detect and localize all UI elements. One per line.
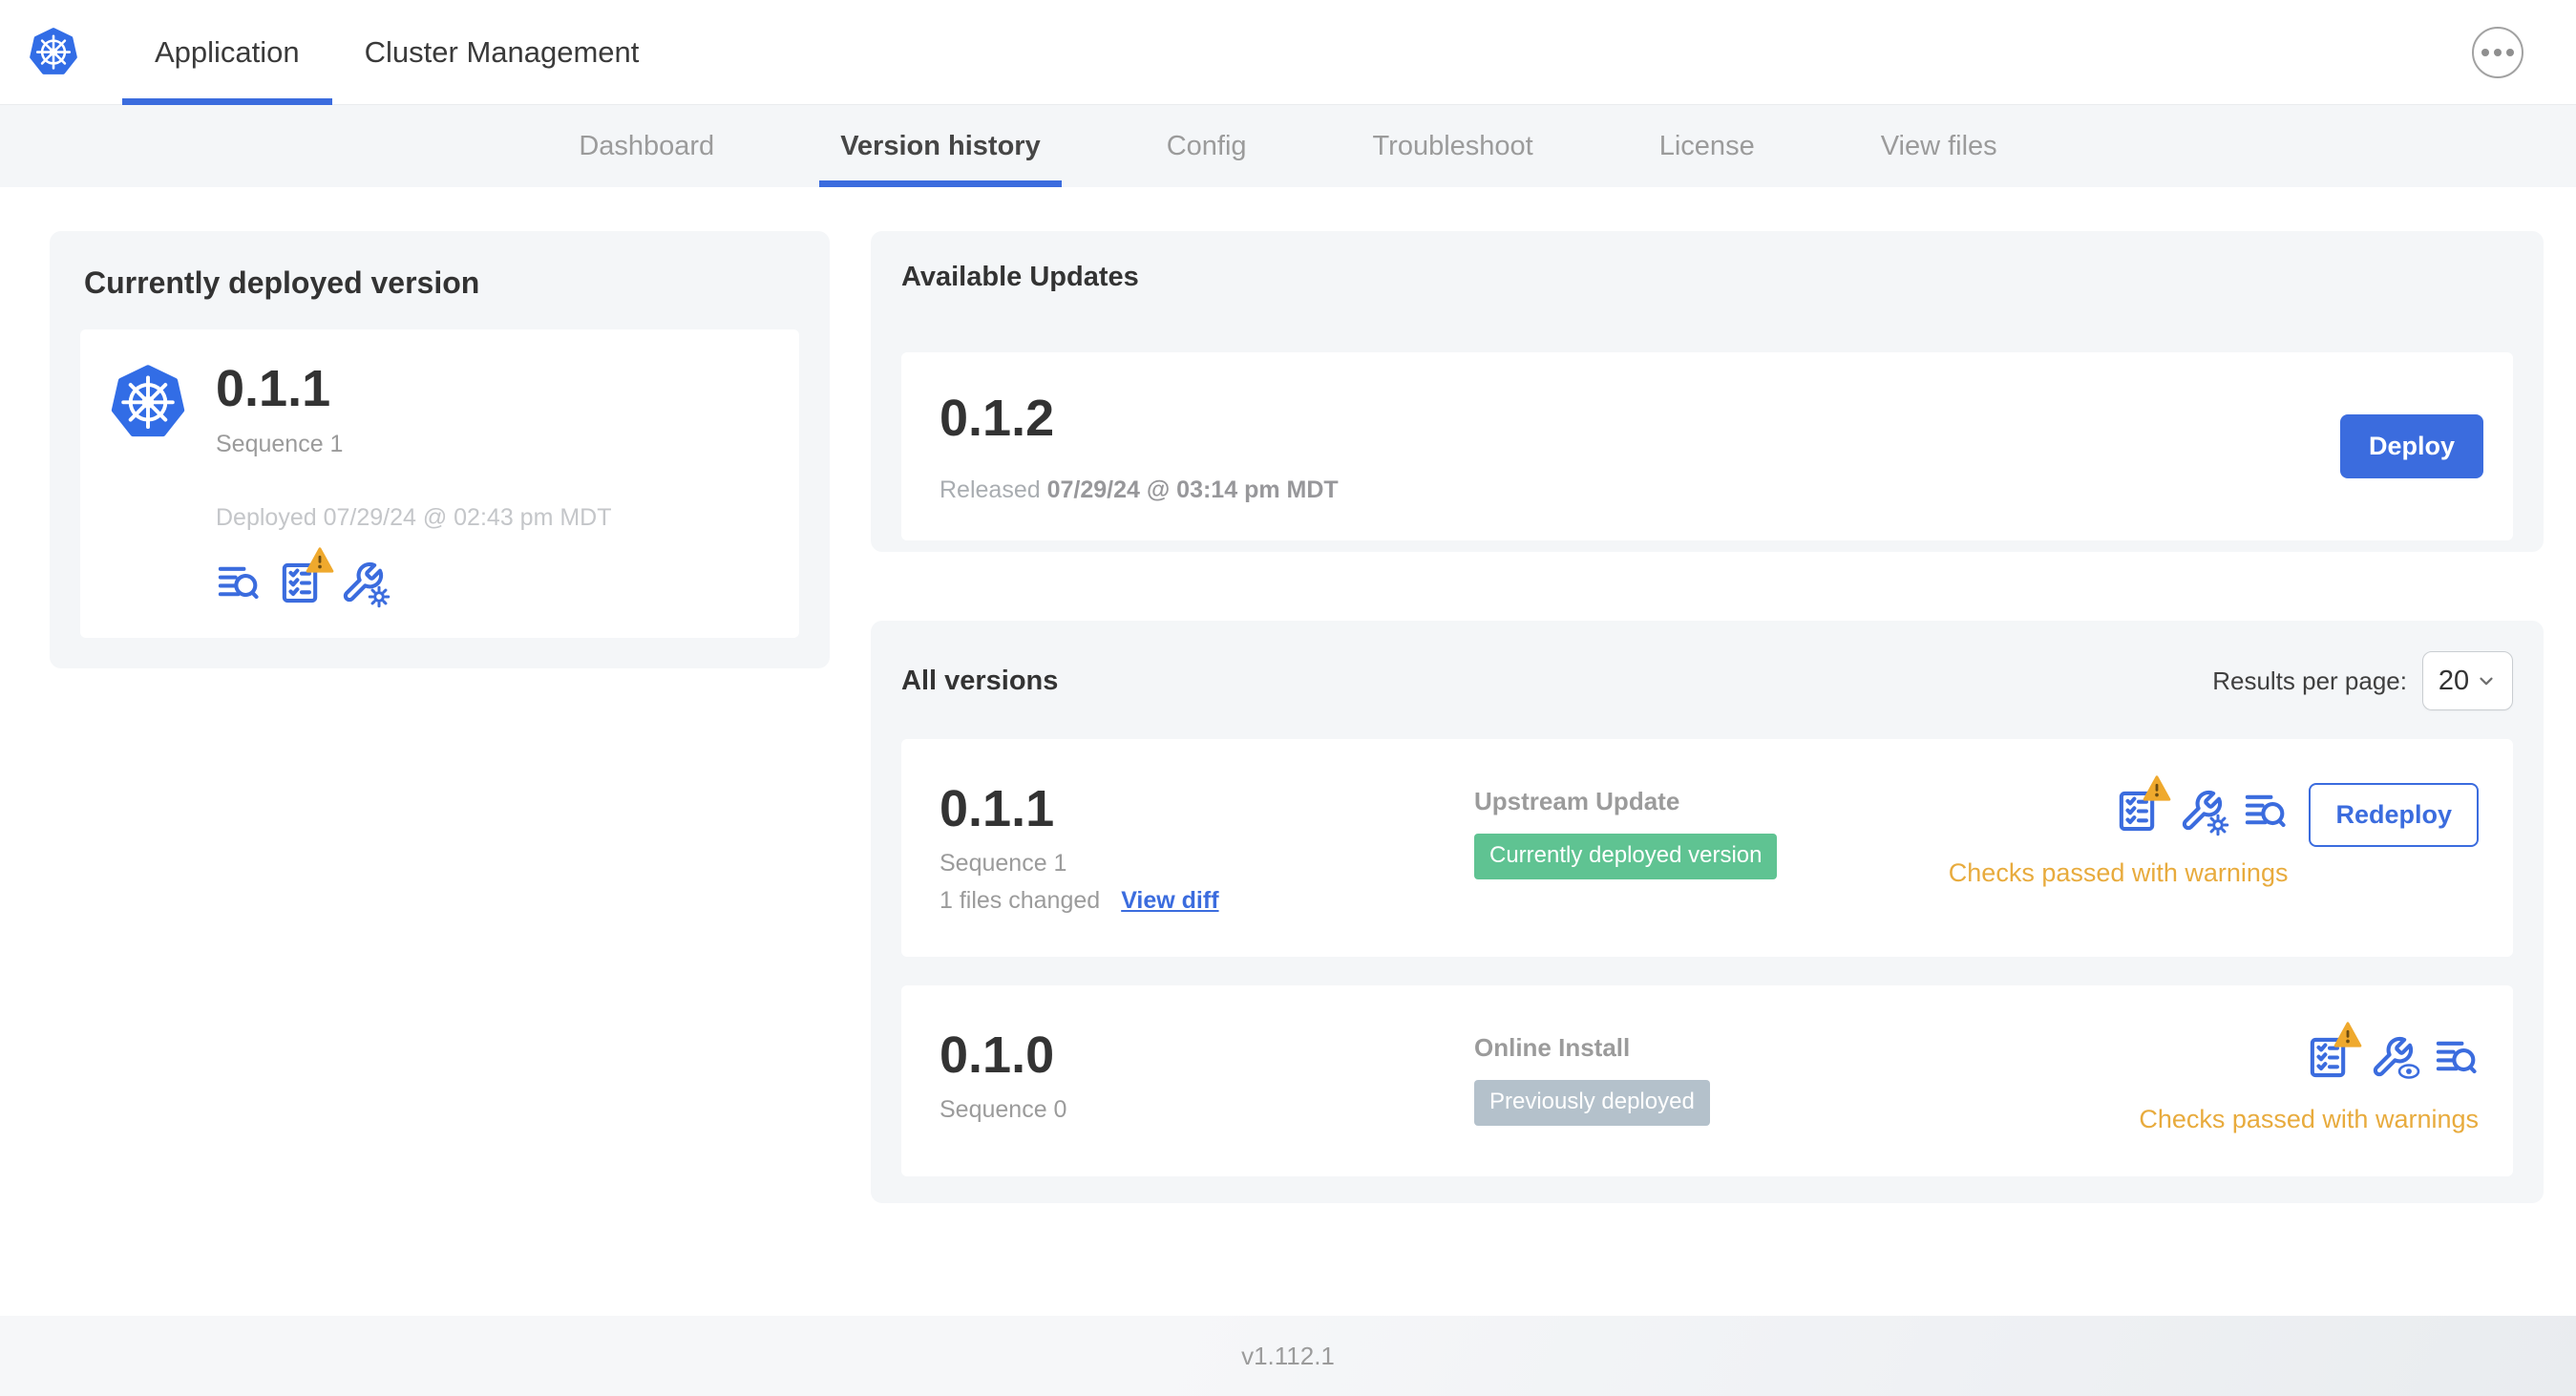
deployed-timestamp: Deployed 07/29/24 @ 02:43 pm MDT bbox=[216, 503, 612, 531]
warning-icon bbox=[2143, 775, 2171, 801]
edit-config-icon[interactable] bbox=[340, 561, 391, 607]
gear-icon bbox=[368, 585, 391, 607]
checks-status: Checks passed with warnings bbox=[1948, 858, 2289, 887]
gear-icon bbox=[2207, 814, 2229, 836]
version-source: Upstream Update bbox=[1474, 787, 1680, 815]
currently-deployed-card: Currently deployed version 0.1.1 Sequenc… bbox=[50, 231, 830, 668]
view-config-icon[interactable] bbox=[2370, 1035, 2420, 1080]
release-notes-icon[interactable] bbox=[2434, 1035, 2479, 1080]
deployed-card-title: Currently deployed version bbox=[84, 265, 480, 300]
eye-icon bbox=[2397, 1064, 2420, 1079]
edit-config-icon[interactable] bbox=[2179, 789, 2229, 836]
release-notes-icon[interactable] bbox=[216, 561, 261, 605]
deployed-icon-row bbox=[216, 547, 612, 607]
kubernetes-logo bbox=[107, 362, 189, 444]
deployed-sequence: Sequence 1 bbox=[216, 430, 344, 457]
preflight-checks-icon[interactable] bbox=[278, 547, 334, 605]
tab-config[interactable]: Config bbox=[1146, 105, 1268, 187]
released-timestamp: Released 07/29/24 @ 03:14 pm MDT bbox=[940, 476, 1339, 503]
tab-view-files[interactable]: View files bbox=[1860, 105, 2018, 187]
deployed-version-number: 0.1.1 bbox=[216, 360, 331, 417]
console-version: v1.112.1 bbox=[1241, 1341, 1335, 1370]
tab-dashboard[interactable]: Dashboard bbox=[558, 105, 735, 187]
row-version-number: 0.1.0 bbox=[940, 1026, 1055, 1084]
version-source: Online Install bbox=[1474, 1033, 1631, 1062]
deploy-button[interactable]: Deploy bbox=[2339, 414, 2483, 478]
main-content: Currently deployed version 0.1.1 Sequenc… bbox=[0, 187, 2576, 1203]
deployed-version-card: 0.1.1 Sequence 1 Deployed 07/29/24 @ 02:… bbox=[80, 329, 799, 638]
top-nav: Application Cluster Management bbox=[0, 0, 2576, 105]
subnav: Dashboard Version history Config Trouble… bbox=[0, 105, 2576, 187]
results-per-page-select[interactable]: 20 bbox=[2422, 651, 2513, 710]
preflight-checks-icon[interactable] bbox=[2115, 775, 2171, 834]
admin-console-page: Application Cluster Management Dashboard… bbox=[0, 0, 2576, 1396]
warning-icon bbox=[2333, 1022, 2362, 1047]
overflow-menu-button[interactable] bbox=[2472, 26, 2523, 78]
update-row: 0.1.2 Released 07/29/24 @ 03:14 pm MDT D… bbox=[901, 352, 2513, 540]
files-changed: 1 files changed bbox=[940, 887, 1101, 914]
available-updates-card: Available Updates 0.1.2 Released 07/29/2… bbox=[871, 231, 2544, 552]
row-sequence: Sequence 0 bbox=[940, 1096, 1067, 1123]
all-versions-card: All versions Results per page: 20 0.1.1 … bbox=[871, 621, 2544, 1203]
tab-application[interactable]: Application bbox=[122, 0, 332, 105]
view-diff-link[interactable]: View diff bbox=[1121, 887, 1218, 915]
tab-license[interactable]: License bbox=[1638, 105, 1776, 187]
row-version-number: 0.1.1 bbox=[940, 780, 1055, 837]
ellipsis-icon bbox=[2481, 48, 2489, 56]
tab-cluster-management[interactable]: Cluster Management bbox=[332, 0, 672, 104]
results-per-page-label: Results per page: bbox=[2212, 666, 2407, 695]
app-tabs: Application Cluster Management bbox=[122, 0, 672, 105]
warning-icon bbox=[306, 547, 334, 573]
app-logo bbox=[27, 0, 80, 104]
all-versions-title: All versions bbox=[901, 665, 1059, 696]
kubernetes-logo-icon bbox=[30, 27, 77, 74]
chevron-down-icon bbox=[2480, 677, 2493, 686]
status-badge: Previously deployed bbox=[1474, 1080, 1710, 1126]
version-row: 0.1.1 Sequence 1 1 files changed View di… bbox=[901, 739, 2513, 957]
checks-status: Checks passed with warnings bbox=[2139, 1105, 2479, 1133]
available-updates-title: Available Updates bbox=[901, 262, 1139, 292]
version-row: 0.1.0 Sequence 0 Online Install Previous… bbox=[901, 985, 2513, 1176]
status-badge: Currently deployed version bbox=[1474, 834, 1778, 879]
footer: v1.112.1 bbox=[0, 1316, 2576, 1396]
tab-troubleshoot[interactable]: Troubleshoot bbox=[1352, 105, 1554, 187]
update-version-number: 0.1.2 bbox=[940, 390, 1055, 447]
preflight-checks-icon[interactable] bbox=[2306, 1022, 2362, 1080]
release-notes-icon[interactable] bbox=[2243, 789, 2288, 834]
tab-version-history[interactable]: Version history bbox=[819, 105, 1062, 187]
row-sequence: Sequence 1 bbox=[940, 850, 1067, 877]
redeploy-button[interactable]: Redeploy bbox=[2309, 783, 2479, 847]
